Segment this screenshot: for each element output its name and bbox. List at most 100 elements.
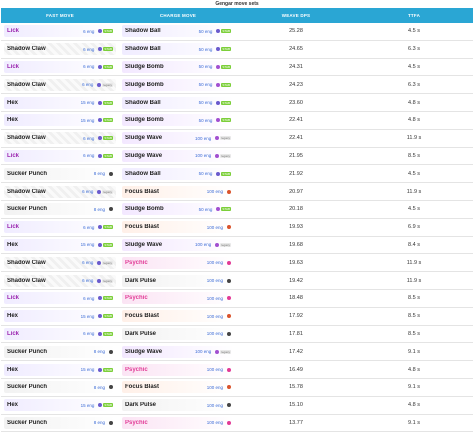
type-icon — [97, 260, 102, 265]
charge-move[interactable]: Shadow Ball 50 eng STAB — [122, 43, 234, 56]
charge-move[interactable]: Focus Blast 100 eng — [122, 221, 234, 234]
charge-move-energy: 100 eng — [206, 420, 223, 426]
table-row: Lick 6 eng STAB Focus Blast 100 eng 19.93 6.9 … — [1, 218, 473, 237]
fast-move-name: Shadow Claw — [7, 259, 46, 266]
charge-move[interactable]: Sludge Bomb 50 eng STAB — [122, 203, 234, 216]
fast-move[interactable]: Shadow Claw 6 eng legacy — [4, 274, 116, 287]
type-icon — [98, 29, 103, 34]
header-weave-dps[interactable]: WEAVE DPS — [237, 8, 355, 23]
fast-move[interactable]: Hex 15 eng STAB — [4, 96, 116, 109]
charge-move[interactable]: Shadow Ball 50 eng STAB — [122, 96, 234, 109]
fast-move[interactable]: Sucker Punch 8 eng — [4, 416, 116, 429]
type-icon — [227, 403, 231, 408]
fast-move[interactable]: Sucker Punch 8 eng — [4, 167, 116, 180]
charge-move[interactable]: Dark Pulse 100 eng — [122, 274, 234, 287]
charge-move[interactable]: Sludge Bomb 50 eng STAB — [122, 114, 234, 127]
fast-move[interactable]: Lick 6 eng STAB — [4, 60, 116, 73]
fast-move-name: Shadow Claw — [7, 188, 46, 195]
fast-move-cell: Lick 6 eng STAB — [1, 23, 119, 41]
charge-move[interactable]: Shadow Ball 50 eng STAB — [122, 167, 234, 180]
legacy-badge: legacy — [102, 82, 113, 87]
stab-badge: STAB — [103, 29, 113, 34]
fast-move[interactable]: Sucker Punch 8 eng — [4, 345, 116, 358]
weave-dps-value: 15.10 — [237, 396, 355, 415]
fast-move-energy: 15 eng — [80, 367, 95, 373]
legacy-badge: legacy — [102, 260, 113, 265]
fast-move[interactable]: Shadow Claw 6 eng legacy — [4, 256, 116, 269]
ttfa-value: 4.8 s — [355, 360, 473, 379]
ttfa-value: 6.9 s — [355, 218, 473, 237]
fast-move-cell: Hex 15 eng STAB — [1, 236, 119, 255]
charge-move[interactable]: Psychic 100 eng — [122, 256, 234, 269]
fast-move-cell: Sucker Punch 8 eng — [1, 342, 119, 362]
stab-badge: STAB — [221, 171, 231, 176]
fast-move[interactable]: Lick 6 eng STAB — [4, 221, 116, 234]
charge-move-name: Dark Pulse — [125, 277, 157, 284]
fast-move[interactable]: Sucker Punch 8 eng — [4, 203, 116, 216]
fast-move-cell: Lick 6 eng STAB — [1, 147, 119, 166]
type-icon — [216, 207, 221, 212]
charge-move[interactable]: Dark Pulse 100 eng — [122, 399, 234, 412]
charge-move[interactable]: Dark Pulse 100 eng — [122, 327, 234, 340]
header-charge-move[interactable]: CHARGE MOVE — [119, 8, 237, 23]
fast-move[interactable]: Hex 15 eng STAB — [4, 114, 116, 127]
header-ttfa[interactable]: TTFA — [355, 8, 473, 23]
charge-move[interactable]: Sludge Wave 100 eng legacy — [122, 149, 234, 162]
charge-move-energy: 50 eng — [198, 171, 213, 177]
type-icon — [227, 420, 231, 425]
fast-move[interactable]: Sucker Punch 8 eng — [4, 381, 116, 394]
weave-dps-value: 24.65 — [237, 40, 355, 59]
fast-move-cell: Hex 15 eng STAB — [1, 111, 119, 130]
charge-move[interactable]: Focus Blast 100 eng — [122, 185, 234, 198]
charge-move[interactable]: Sludge Wave 100 eng legacy — [122, 345, 234, 358]
fast-move[interactable]: Hex 15 eng STAB — [4, 310, 116, 323]
charge-move[interactable]: Focus Blast 100 eng — [122, 310, 234, 323]
charge-move-energy: 100 eng — [206, 260, 223, 266]
fast-move[interactable]: Lick 6 eng STAB — [4, 25, 116, 38]
ttfa-value: 4.8 s — [355, 93, 473, 112]
fast-move-cell: Lick 6 eng STAB — [1, 325, 119, 344]
charge-move[interactable]: Psychic 100 eng — [122, 363, 234, 376]
charge-move-name: Focus Blast — [125, 313, 160, 320]
charge-move-name: Psychic — [125, 295, 148, 302]
fast-move[interactable]: Lick 6 eng STAB — [4, 149, 116, 162]
charge-move[interactable]: Sludge Bomb 50 eng STAB — [122, 78, 234, 91]
fast-move-name: Lick — [7, 330, 20, 337]
fast-move[interactable]: Shadow Claw 6 eng STAB — [4, 132, 116, 145]
header-fast-move[interactable]: FAST MOVE — [1, 8, 119, 23]
fast-move-cell: Shadow Claw 6 eng legacy — [1, 271, 119, 290]
charge-move[interactable]: Sludge Bomb 50 eng STAB — [122, 60, 234, 73]
legacy-badge: legacy — [102, 278, 113, 283]
charge-move[interactable]: Focus Blast 100 eng — [122, 381, 234, 394]
fast-move[interactable]: Hex 15 eng STAB — [4, 363, 116, 376]
type-icon — [98, 136, 103, 141]
charge-move[interactable]: Shadow Ball 50 eng STAB — [122, 25, 234, 38]
stab-badge: STAB — [103, 153, 113, 158]
stab-badge: STAB — [103, 331, 113, 336]
fast-move[interactable]: Lick 6 eng STAB — [4, 327, 116, 340]
fast-move[interactable]: Shadow Claw 6 eng legacy — [4, 185, 116, 198]
charge-move[interactable]: Sludge Wave 100 eng legacy — [122, 132, 234, 145]
weave-dps-value: 17.92 — [237, 307, 355, 326]
fast-move-energy: 6 eng — [82, 189, 94, 195]
stab-badge: STAB — [103, 296, 113, 301]
fast-move[interactable]: Hex 15 eng STAB — [4, 399, 116, 412]
charge-move[interactable]: Sludge Wave 100 eng legacy — [122, 238, 234, 251]
legacy-badge: legacy — [220, 349, 231, 354]
weave-dps-value: 16.49 — [237, 360, 355, 379]
fast-move-energy: 15 eng — [80, 242, 95, 248]
ttfa-value: 4.5 s — [355, 58, 473, 77]
fast-move[interactable]: Shadow Claw 6 eng STAB — [4, 43, 116, 56]
fast-move[interactable]: Hex 15 eng STAB — [4, 238, 116, 251]
charge-move[interactable]: Psychic 100 eng — [122, 416, 234, 429]
fast-move-name: Hex — [7, 313, 19, 320]
stab-badge: STAB — [103, 100, 113, 105]
table-row: Hex 15 eng STAB Psychic 100 eng 16.49 4.8 s — [1, 360, 473, 379]
charge-move[interactable]: Psychic 100 eng — [122, 292, 234, 305]
fast-move-cell: Shadow Claw 6 eng STAB — [1, 129, 119, 148]
weave-dps-value: 17.81 — [237, 325, 355, 344]
charge-move-name: Sludge Wave — [125, 241, 163, 248]
fast-move[interactable]: Lick 6 eng STAB — [4, 292, 116, 305]
fast-move[interactable]: Shadow Claw 6 eng legacy — [4, 78, 116, 91]
table-row: Shadow Claw 6 eng legacy Dark Pulse 100 eng 1… — [1, 271, 473, 290]
